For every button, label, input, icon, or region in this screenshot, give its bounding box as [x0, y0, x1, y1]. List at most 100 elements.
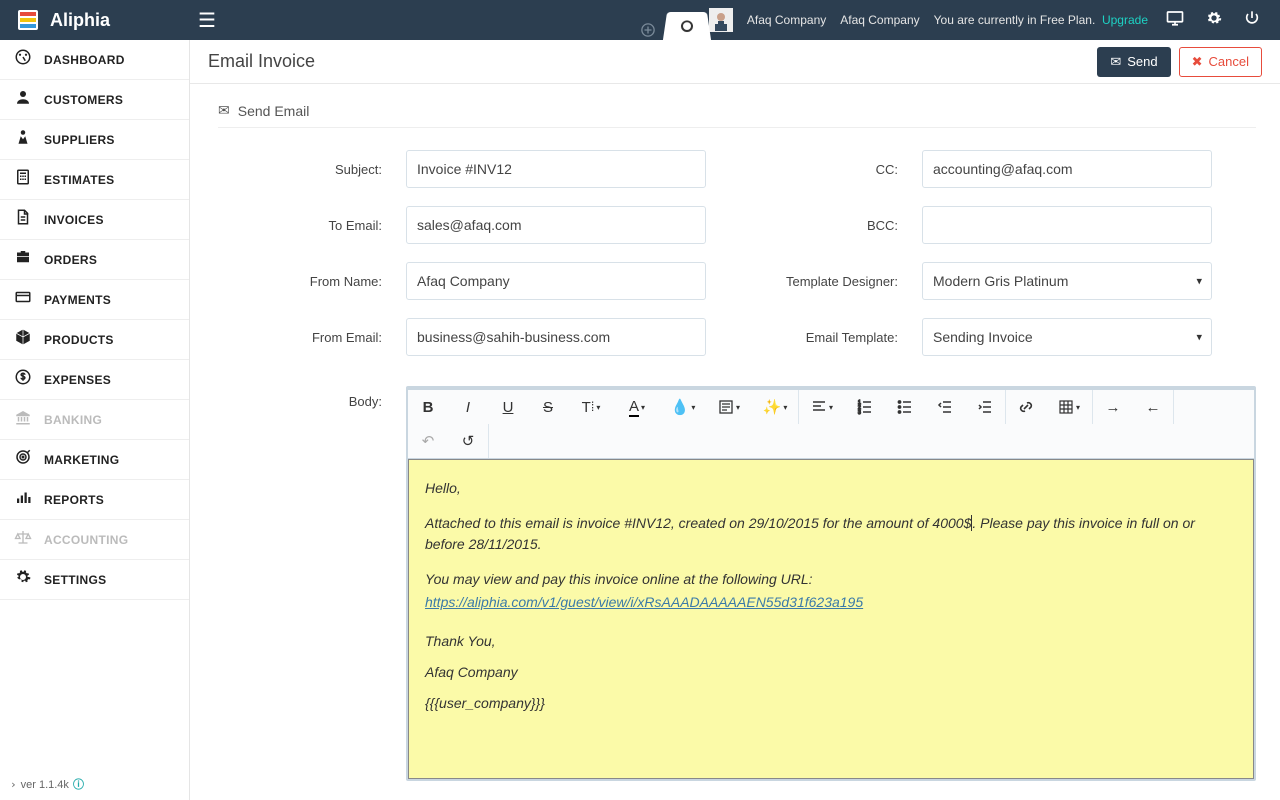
sidebar-item-label: ACCOUNTING — [44, 533, 128, 547]
fontcolor-button[interactable]: A▾ — [614, 390, 660, 424]
fromemail-input[interactable] — [406, 318, 706, 356]
ltr-button[interactable]: → — [1093, 390, 1133, 424]
brand-logo[interactable]: Aliphia — [0, 0, 190, 40]
bank-icon — [14, 408, 44, 431]
invoice-link[interactable]: https://aliphia.com/v1/guest/view/i/xRsA… — [425, 594, 863, 610]
active-tab[interactable] — [662, 12, 711, 43]
underline-button[interactable]: U — [488, 390, 528, 424]
to-input[interactable] — [406, 206, 706, 244]
gear-icon — [14, 568, 44, 591]
card-icon — [14, 288, 44, 311]
main: Email Invoice ✉ Send ✖ Cancel ✉ Send Ema… — [190, 40, 1280, 800]
menu-toggle-icon[interactable]: ☰ — [190, 8, 224, 33]
outdent-button[interactable] — [925, 390, 965, 424]
gear-icon[interactable] — [1202, 10, 1226, 31]
sidebar-item-label: REPORTS — [44, 493, 104, 507]
sidebar-item-reports[interactable]: REPORTS — [0, 480, 189, 520]
logo-icon — [16, 8, 40, 32]
designer-select[interactable]: Modern Gris Platinum — [922, 262, 1212, 300]
strike-button[interactable]: S — [528, 390, 568, 424]
company-name-2[interactable]: Afaq Company — [840, 13, 919, 27]
close-icon: ✖ — [1192, 54, 1203, 70]
link-button[interactable] — [1006, 390, 1046, 424]
send-button[interactable]: ✉ Send — [1097, 47, 1170, 77]
sidebar-item-products[interactable]: PRODUCTS — [0, 320, 189, 360]
upgrade-link[interactable]: Upgrade — [1102, 13, 1148, 27]
sidebar-item-banking: BANKING — [0, 400, 189, 440]
sidebar-item-label: ESTIMATES — [44, 173, 114, 187]
indent-button[interactable] — [965, 390, 1005, 424]
table-button[interactable]: ▾ — [1046, 390, 1092, 424]
sidebar-item-customers[interactable]: CUSTOMERS — [0, 80, 189, 120]
new-tab-button[interactable] — [631, 23, 665, 40]
fontsize-button[interactable]: T⁞▾ — [568, 390, 614, 424]
suit-icon — [14, 128, 44, 151]
redo-button[interactable]: ↺ — [448, 424, 488, 458]
rich-editor: B I U S T⁞▾ A▾ 💧▾ ▾ ✨▾ — [406, 386, 1256, 781]
sidebar-item-dashboard[interactable]: DASHBOARD — [0, 40, 189, 80]
sidebar-item-label: PAYMENTS — [44, 293, 111, 307]
sidebar-item-label: ORDERS — [44, 253, 97, 267]
envelope-icon: ✉ — [218, 102, 230, 119]
sidebar-item-settings[interactable]: SETTINGS — [0, 560, 189, 600]
rtl-button[interactable]: ← — [1133, 390, 1173, 424]
topbar: Aliphia ☰ Afaq Company Afaq Company You … — [0, 0, 1280, 40]
version-footer: ›ver 1.1.4kⓘ — [0, 768, 189, 800]
sidebar-item-estimates[interactable]: ESTIMATES — [0, 160, 189, 200]
sidebar-item-label: PRODUCTS — [44, 333, 114, 347]
power-icon[interactable] — [1240, 10, 1264, 31]
dashboard-icon — [14, 48, 44, 71]
cancel-button[interactable]: ✖ Cancel — [1179, 47, 1262, 77]
bcc-label: BCC: — [724, 218, 904, 233]
body-company: Afaq Company — [425, 662, 1237, 683]
sidebar-item-label: MARKETING — [44, 453, 119, 467]
sidebar-item-suppliers[interactable]: SUPPLIERS — [0, 120, 189, 160]
fromname-input[interactable] — [406, 262, 706, 300]
sidebar-item-label: DASHBOARD — [44, 53, 125, 67]
sidebar-item-label: SUPPLIERS — [44, 133, 115, 147]
bcc-input[interactable] — [922, 206, 1212, 244]
body-paragraph-1: Attached to this email is invoice #INV12… — [425, 513, 1237, 555]
paragraph-button[interactable]: ▾ — [706, 390, 752, 424]
scale-icon — [14, 528, 44, 551]
monitor-icon[interactable] — [1162, 9, 1188, 32]
template-label: Email Template: — [724, 330, 904, 345]
align-button[interactable]: ▾ — [799, 390, 845, 424]
sidebar-item-accounting: ACCOUNTING — [0, 520, 189, 560]
designer-label: Template Designer: — [724, 274, 904, 289]
bold-button[interactable]: B — [408, 390, 448, 424]
svg-text:3: 3 — [858, 410, 861, 415]
sidebar-item-marketing[interactable]: MARKETING — [0, 440, 189, 480]
body-label: Body: — [218, 386, 388, 781]
sidebar: DASHBOARD CUSTOMERS SUPPLIERS ESTIMATES INVO… — [0, 40, 190, 800]
italic-button[interactable]: I — [448, 390, 488, 424]
clearformat-button[interactable]: ✨▾ — [752, 390, 798, 424]
envelope-icon: ✉ — [1110, 54, 1121, 70]
sidebar-item-orders[interactable]: ORDERS — [0, 240, 189, 280]
ol-button[interactable]: 123 — [845, 390, 885, 424]
editor-body[interactable]: Hello, Attached to this email is invoice… — [408, 459, 1254, 779]
editor-toolbar: B I U S T⁞▾ A▾ 💧▾ ▾ ✨▾ — [408, 390, 1254, 459]
user-icon — [14, 88, 44, 111]
undo-button[interactable]: ↶ — [408, 424, 448, 458]
sidebar-item-invoices[interactable]: INVOICES — [0, 200, 189, 240]
highlight-button[interactable]: 💧▾ — [660, 390, 706, 424]
cc-input[interactable] — [922, 150, 1212, 188]
sidebar-item-label: SETTINGS — [44, 573, 106, 587]
template-select[interactable]: Sending Invoice — [922, 318, 1212, 356]
fromname-label: From Name: — [218, 274, 388, 289]
sidebar-item-label: BANKING — [44, 413, 102, 427]
body-paragraph-2: You may view and pay this invoice online… — [425, 569, 1237, 590]
company-name-1[interactable]: Afaq Company — [747, 13, 826, 27]
sidebar-item-label: INVOICES — [44, 213, 104, 227]
subject-label: Subject: — [218, 162, 388, 177]
ul-button[interactable] — [885, 390, 925, 424]
sidebar-item-expenses[interactable]: EXPENSES — [0, 360, 189, 400]
sidebar-item-payments[interactable]: PAYMENTS — [0, 280, 189, 320]
loading-icon — [681, 20, 693, 32]
info-icon[interactable]: ⓘ — [73, 779, 84, 791]
subject-input[interactable] — [406, 150, 706, 188]
avatar[interactable] — [709, 8, 733, 32]
body-greeting: Hello, — [425, 478, 1237, 499]
page-title: Email Invoice — [208, 51, 315, 72]
